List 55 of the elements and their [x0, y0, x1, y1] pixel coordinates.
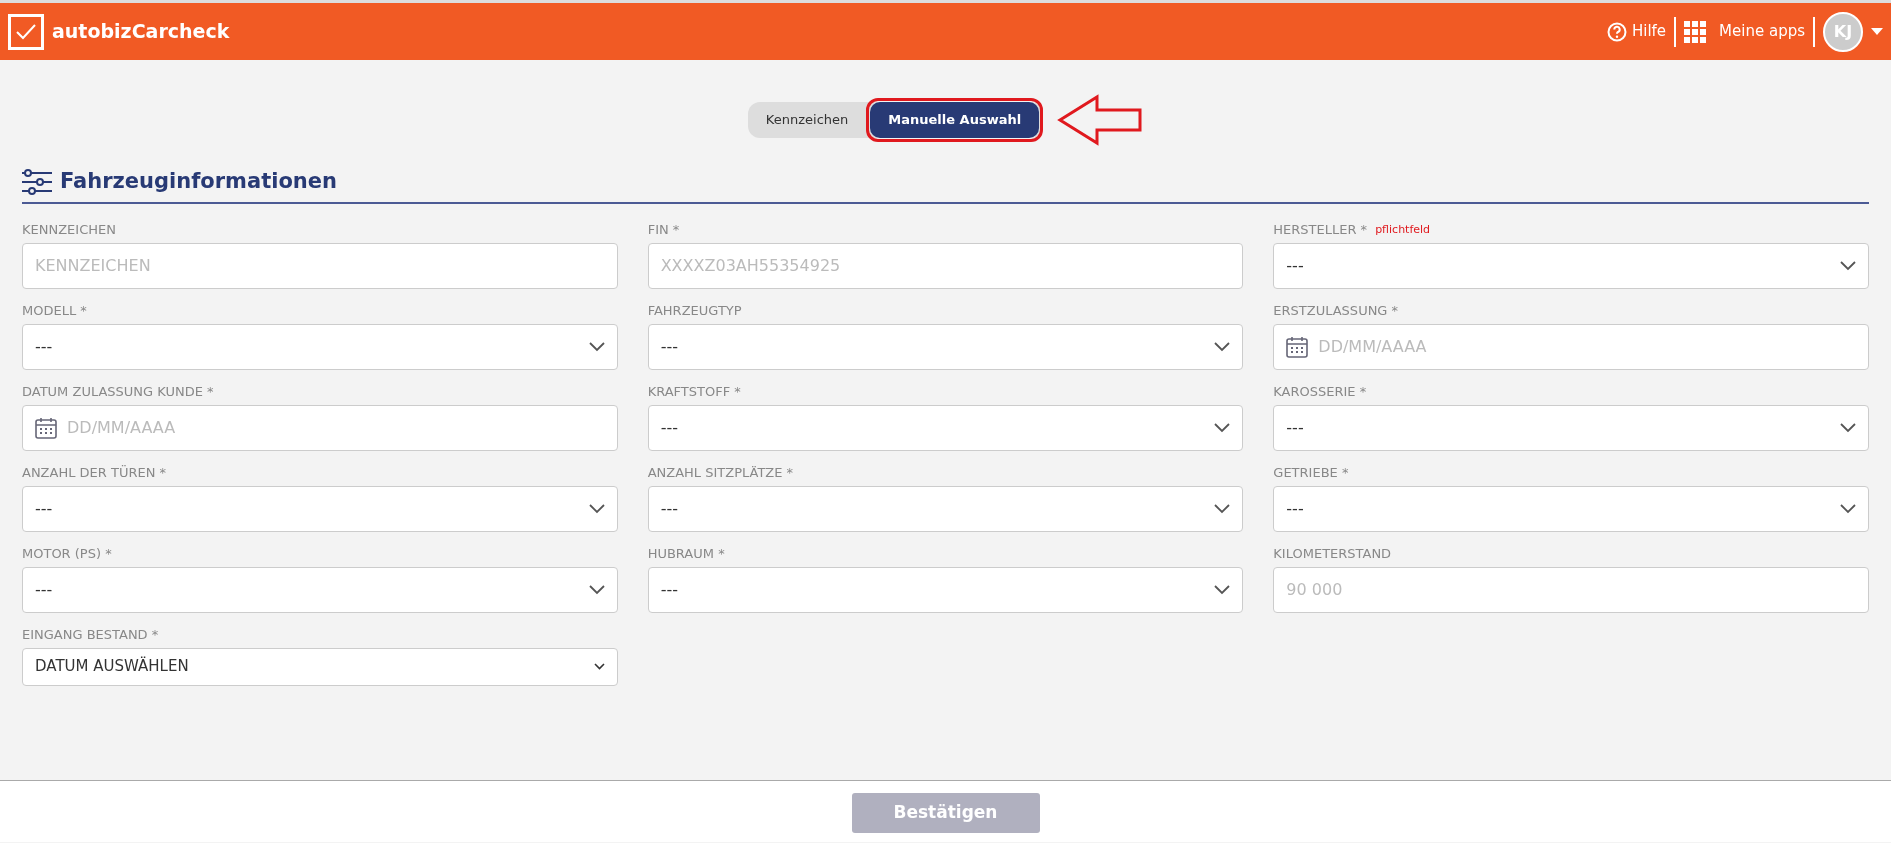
sliders-icon [22, 168, 52, 195]
dropdown[interactable]: --- [1273, 404, 1869, 451]
mode-tab[interactable]: Kennzeichen [747, 102, 867, 138]
field-label: ANZAHL SITZPLÄTZE * [647, 464, 794, 481]
dropdown[interactable]: --- [22, 485, 618, 532]
field-label: ERSTZULASSUNG * [1273, 302, 1399, 319]
dropdown[interactable]: --- [647, 404, 1244, 451]
field-label: KILOMETERSTAND [1273, 545, 1392, 562]
chevron-icon [588, 341, 605, 352]
dropdown[interactable]: --- [647, 485, 1244, 532]
app-grid-icon [1684, 20, 1707, 43]
caret-icon[interactable] [1871, 27, 1883, 36]
dropdown[interactable]: --- [1273, 242, 1869, 289]
field-label: KRAFTSTOFF * [647, 383, 741, 400]
date-field[interactable]: DD/MM/AAAA [22, 404, 618, 451]
dropdown[interactable]: --- [1273, 485, 1869, 532]
dropdown[interactable]: DATUM AUSWÄHLEN [22, 647, 618, 686]
field-label: KAROSSERIE * [1273, 383, 1367, 400]
check-logo-icon [8, 13, 44, 50]
app-title: autobizCarcheck [52, 19, 230, 45]
field-label: FIN * [647, 221, 680, 238]
dropdown[interactable]: --- [22, 566, 618, 613]
field-label: MOTOR (PS) * [22, 545, 112, 562]
input-field[interactable]: KENNZEICHEN [22, 242, 618, 289]
calendar-icon [34, 415, 58, 440]
required-note: pflichtfeld [1375, 221, 1431, 238]
field-label: KENNZEICHEN [22, 221, 116, 238]
chevron-icon [1840, 260, 1856, 271]
mode-tab[interactable]: Manuelle Auswahl [870, 102, 1040, 138]
chevron-icon [1840, 422, 1856, 433]
field-label: EINGANG BESTAND * [22, 626, 159, 643]
dropdown[interactable]: --- [647, 323, 1244, 370]
field-label: GETRIEBE * [1273, 464, 1349, 481]
date-field[interactable]: DD/MM/AAAA [1273, 323, 1869, 370]
chevron-icon [1214, 584, 1231, 595]
chevron-icon [588, 584, 605, 595]
field-label: HUBRAUM * [647, 545, 725, 562]
input-field[interactable]: XXXXZ03AH55354925 [647, 242, 1244, 289]
chevron-icon [593, 663, 605, 670]
section-title: Fahrzeuginformationen [60, 168, 337, 195]
chevron-icon [1214, 503, 1231, 514]
field-label: DATUM ZULASSUNG KUNDE * [22, 383, 214, 400]
chevron-icon [1214, 422, 1231, 433]
chevron-icon [1214, 341, 1231, 352]
field-label: MODELL * [22, 302, 87, 319]
input-field[interactable]: 90 000 [1273, 566, 1869, 613]
field-label: ANZAHL DER TÜREN * [22, 464, 166, 481]
field-label: HERSTELLER * [1273, 221, 1368, 238]
calendar-icon [1285, 334, 1310, 359]
dropdown[interactable]: --- [22, 323, 618, 370]
field-label: FAHRZEUGTYP [647, 302, 742, 319]
chevron-icon [588, 503, 605, 514]
help-icon [1606, 21, 1627, 42]
chevron-icon [1840, 503, 1856, 514]
dropdown[interactable]: --- [647, 566, 1244, 613]
